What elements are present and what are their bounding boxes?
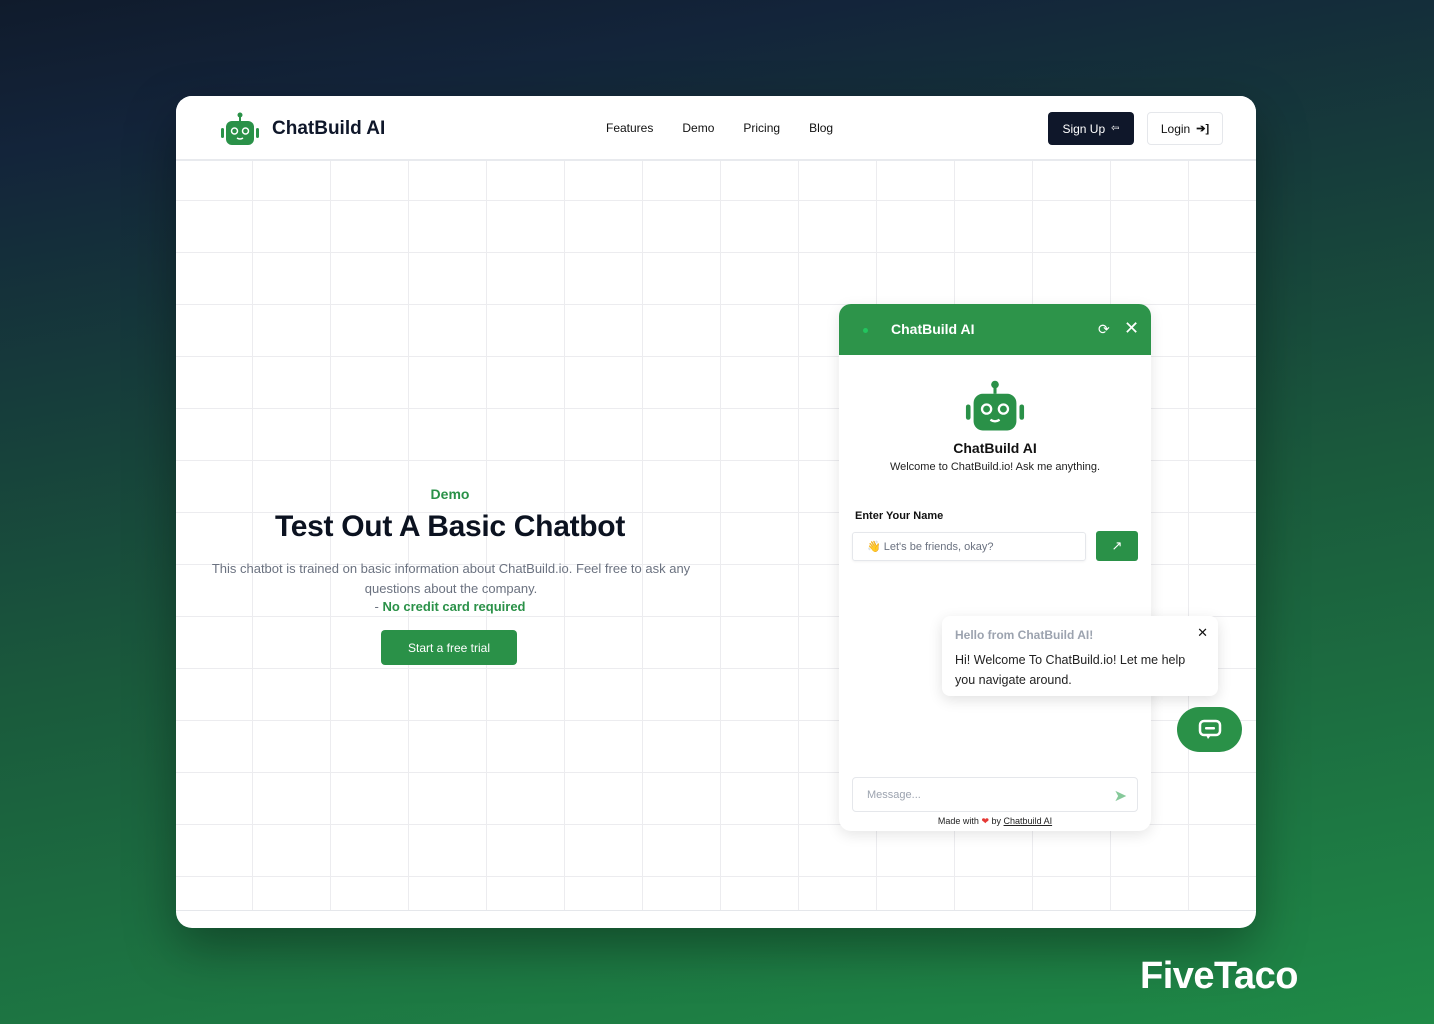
message-input[interactable]: Message... ➤ (852, 777, 1138, 812)
note-text: No credit card required (382, 599, 526, 614)
made-with-text: Made with (937, 816, 979, 826)
start-free-trial-button[interactable]: Start a free trial (381, 630, 517, 665)
name-label: Enter Your Name (855, 510, 944, 522)
message-placeholder: Message... (867, 788, 921, 801)
send-icon[interactable]: ➤ (1114, 786, 1127, 806)
close-icon[interactable]: ✕ (1124, 318, 1139, 339)
chat-header: ChatBuild AI ⟳ ✕ (839, 304, 1151, 355)
logo[interactable]: ChatBuild AI (220, 112, 385, 146)
fivetaco-watermark: FiveTaco (1140, 955, 1298, 997)
sign-up-label: Sign Up (1062, 121, 1106, 136)
robot-logo-icon (221, 112, 259, 145)
greeting-popup: Hello from ChatBuild AI! Hi! Welcome To … (942, 616, 1218, 696)
browser-card: ChatBuild AI Features Demo Pricing Blog … (176, 96, 1256, 928)
sign-up-button[interactable]: Sign Up ⇦ (1048, 112, 1134, 145)
login-label: Login (1160, 121, 1191, 136)
page-title: Test Out A Basic Chatbot (274, 510, 626, 543)
robot-avatar-icon (965, 380, 1025, 431)
brand-name: ChatBuild AI (272, 118, 386, 139)
refresh-icon[interactable]: ⟳ (1098, 321, 1110, 338)
divider (176, 910, 1256, 911)
nav-demo[interactable]: Demo (682, 121, 714, 135)
popup-body: Hi! Welcome To ChatBuild.io! Let me help… (955, 653, 1186, 687)
footer-credit: Made with ❤ by Chatbuild AI (839, 816, 1151, 827)
chat-bubble-icon (1198, 719, 1221, 739)
bot-welcome: Welcome to ChatBuild.io! Ask me anything… (889, 461, 1101, 473)
login-icon: ➔] (1196, 123, 1210, 135)
heart-icon: ❤ (981, 816, 989, 826)
by-text: by (991, 816, 1002, 826)
section-eyebrow: Demo (430, 486, 470, 502)
bot-name: ChatBuild AI (953, 440, 1037, 456)
chat-launcher-button[interactable] (1177, 707, 1242, 752)
sign-up-icon: ⇦ (1111, 123, 1120, 134)
popup-title: Hello from ChatBuild AI! (955, 628, 1094, 642)
nav-pricing[interactable]: Pricing (743, 121, 780, 135)
hero-description: This chatbot is trained on basic informa… (211, 561, 691, 596)
login-button[interactable]: Login ➔] (1147, 112, 1223, 145)
popup-close-icon[interactable]: ✕ (1197, 625, 1208, 641)
nav-blog[interactable]: Blog (809, 121, 833, 135)
chat-title: ChatBuild AI (891, 321, 975, 337)
no-credit-card-note: - No credit card required (200, 599, 700, 614)
name-input[interactable]: 👋 Let's be friends, okay? (852, 532, 1086, 561)
chat-widget: ChatBuild AI ⟳ ✕ ChatBuild AI Welcome to… (839, 304, 1151, 831)
nav-features[interactable]: Features (606, 121, 653, 135)
credit-link[interactable]: Chatbuild AI (1004, 816, 1053, 826)
navbar: ChatBuild AI Features Demo Pricing Blog … (176, 96, 1256, 161)
submit-name-button[interactable]: ↗ (1096, 531, 1138, 561)
arrow-up-right-icon: ↗ (1111, 538, 1123, 553)
online-status-dot (863, 328, 868, 333)
